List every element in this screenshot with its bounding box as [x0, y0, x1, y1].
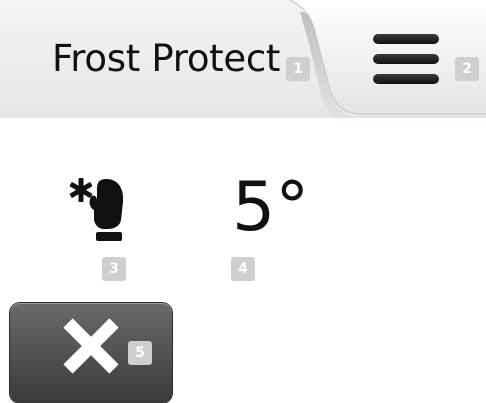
badge-5: 5 — [128, 341, 152, 365]
cancel-button[interactable]: 5 — [10, 303, 172, 403]
badge-1: 1 — [286, 57, 310, 81]
menu-button[interactable] — [360, 30, 450, 94]
temperature-value: 5° — [232, 168, 310, 247]
badge-4: 4 — [231, 257, 255, 281]
badge-2: 2 — [455, 57, 479, 81]
frost-mitten-icon — [69, 178, 124, 241]
badge-3: 3 — [102, 257, 126, 281]
